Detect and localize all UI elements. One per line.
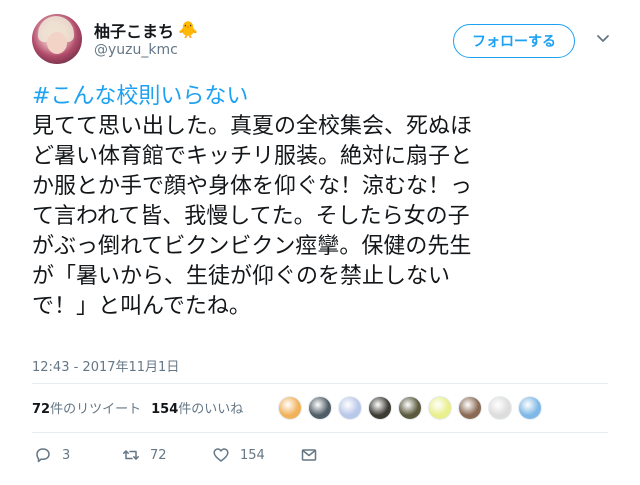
reply-button[interactable]: 3 [34, 446, 122, 464]
tweet-line: ど暑い体育館でキッチリ服装。絶対に扇子と [32, 144, 473, 169]
envelope-icon [301, 449, 317, 461]
reply-icon [36, 448, 50, 463]
retweet-icon [123, 450, 139, 460]
likes-label: 件のいいね [178, 402, 244, 417]
user-handle[interactable]: @yuzu_kmc [94, 42, 178, 58]
retweets-stat[interactable]: 72件のリツイート [32, 398, 141, 417]
tweet-actions: 3 72 154 [34, 446, 318, 464]
tweet-timestamp[interactable]: 12:43 - 2017年11月1日 [32, 356, 179, 375]
liker-avatar[interactable] [368, 396, 392, 420]
tweet-text: #こんな校則いらない 見てて思い出した。真夏の全校集会、死ぬほ ど暑い体育館でキ… [32, 82, 612, 322]
liker-avatar[interactable] [428, 396, 452, 420]
follow-button[interactable]: フォローする [453, 24, 575, 58]
likes-stat[interactable]: 154件のいいね [151, 398, 243, 417]
heart-icon [213, 448, 229, 462]
avatar-face [47, 32, 67, 54]
hashtag-link[interactable]: #こんな校則いらない [32, 82, 612, 112]
chevron-down-icon[interactable] [594, 30, 612, 48]
tweet-line: 見てて思い出した。真夏の全校集会、死ぬほ [32, 114, 473, 139]
tweet-header: 柚子こまち 🐥 @yuzu_kmc フォローする [32, 14, 622, 66]
liker-avatars [278, 396, 542, 420]
retweets-count: 72 [32, 402, 51, 417]
liker-avatar[interactable] [278, 396, 302, 420]
divider [32, 432, 608, 433]
name-row: 柚子こまち 🐥 [94, 18, 198, 42]
tweet-line: がぶっ倒れてビクンビクン痙攣。保健の先生 [32, 234, 472, 259]
liker-avatar[interactable] [338, 396, 362, 420]
like-button[interactable]: 154 [212, 446, 300, 464]
tweet-stats: 72件のリツイート 154件のいいね [32, 398, 253, 417]
retweets-label: 件のリツイート [50, 402, 142, 417]
tweet-line: が「暑いから、生徒が仰ぐのを禁止しない [32, 264, 451, 289]
direct-message-button[interactable] [300, 446, 318, 464]
tweet-line: て言われて皆、我慢してた。そしたら女の子 [32, 204, 470, 229]
likes-count: 154 [151, 402, 179, 417]
retweet-count: 72 [150, 447, 167, 463]
liker-avatar[interactable] [488, 396, 512, 420]
tweet-line: で！」と叫んでたね。 [32, 294, 251, 319]
liker-avatar[interactable] [458, 396, 482, 420]
reply-count: 3 [62, 447, 71, 463]
liker-avatar[interactable] [398, 396, 422, 420]
liker-avatar[interactable] [518, 396, 542, 420]
liker-avatar[interactable] [308, 396, 332, 420]
tweet-line: か服とか手で顔や身体を仰ぐな！涼むな！っ [32, 174, 473, 199]
like-count: 154 [240, 447, 265, 463]
avatar[interactable] [32, 14, 82, 64]
chick-emoji-icon: 🐥 [178, 20, 198, 39]
retweet-button[interactable]: 72 [122, 446, 212, 464]
divider [32, 383, 608, 384]
display-name[interactable]: 柚子こまち [94, 18, 174, 42]
